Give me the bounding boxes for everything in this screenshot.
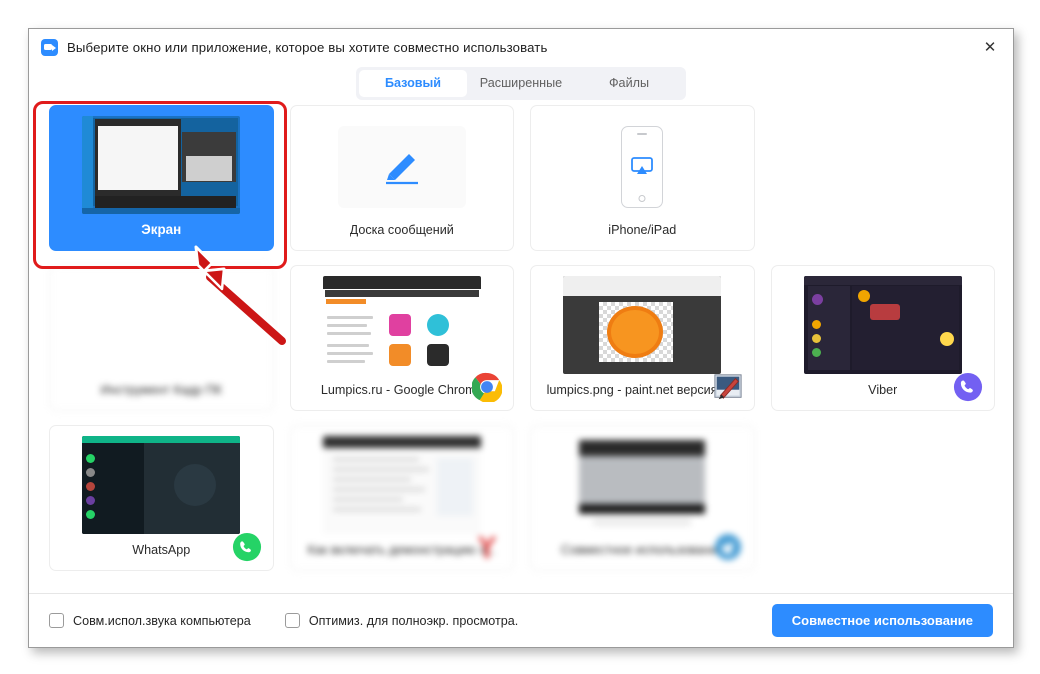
screenshot-root: Выберите окно или приложение, которое вы…: [0, 0, 1040, 674]
card-thumbnail: [82, 116, 240, 214]
chrome-icon: [472, 372, 502, 402]
telegram-icon: [713, 532, 743, 562]
paintnet-icon: [713, 372, 743, 402]
whatsapp-icon: [232, 532, 262, 562]
card-thumbnail: [82, 276, 240, 374]
pen-icon: [375, 140, 429, 194]
share-source-card[interactable]: lumpics.png - paint.net версия 4...: [530, 265, 755, 411]
thumbnail-chrome: [323, 276, 481, 374]
card-label: lumpics.png - paint.net версия 4...: [547, 383, 738, 397]
card-thumbnail: [563, 436, 721, 534]
card-label: Совместное использование: [561, 543, 724, 557]
card-label: Инструмент Кадр ПК: [100, 383, 222, 397]
share-source-grid: Экран Доска сообщений iPhone/iPad Инструмен…: [41, 97, 1003, 572]
tab-basic[interactable]: Базовый: [359, 70, 467, 97]
tab-group: Базовый Расширенные Файлы: [356, 67, 686, 100]
thumbnail-blank: [82, 276, 240, 374]
thumbnail-viber: [804, 276, 962, 374]
card-label: WhatsApp: [132, 543, 190, 557]
tab-bar: Базовый Расширенные Файлы: [29, 65, 1013, 100]
viber-icon: [953, 372, 983, 402]
zoom-logo-icon: [41, 39, 58, 56]
card-thumbnail: [323, 276, 481, 374]
share-source-card[interactable]: WhatsApp: [49, 425, 274, 571]
dialog-titlebar: Выберите окно или приложение, которое вы…: [29, 29, 1013, 65]
paintnet-icon: [713, 372, 743, 402]
checkbox-share-computer-audio[interactable]: Совм.испол.звука компьютера: [49, 613, 251, 628]
share-source-card[interactable]: Экран: [49, 105, 274, 251]
card-label: Экран: [141, 222, 181, 237]
card-label: iPhone/iPad: [608, 223, 676, 237]
tab-advanced[interactable]: Расширенные: [467, 70, 575, 97]
share-source-card-empty: [771, 425, 996, 571]
airplay-icon: [713, 212, 743, 242]
share-source-card[interactable]: Совместное использование: [530, 425, 755, 571]
thumbnail-paintnet: [563, 276, 721, 374]
card-label: Lumpics.ru - Google Chrome: [321, 383, 483, 397]
airplay-icon: [631, 157, 653, 177]
share-source-card[interactable]: Lumpics.ru - Google Chrome: [290, 265, 515, 411]
close-icon[interactable]: ✕: [975, 35, 1005, 59]
card-thumbnail: [82, 436, 240, 534]
dialog-title: Выберите окно или приложение, которое вы…: [67, 40, 547, 55]
viber-icon: [953, 372, 983, 402]
share-source-card[interactable]: Viber: [771, 265, 996, 411]
card-label: Доска сообщений: [350, 223, 454, 237]
chrome-icon: [472, 372, 502, 402]
whatsapp-icon: [232, 532, 262, 562]
card-label: Как включать демонстрацию э...: [308, 543, 496, 557]
share-screen-dialog: Выберите окно или приложение, которое вы…: [28, 28, 1014, 648]
card-thumbnail: [804, 276, 962, 374]
thumbnail-browser: [563, 436, 721, 534]
card-thumbnail: [563, 276, 721, 374]
yandex-icon: [472, 532, 502, 562]
yandex-icon: [472, 532, 502, 562]
card-thumbnail: [323, 436, 481, 534]
checkbox-share-computer-audio-label: Совм.испол.звука компьютера: [73, 614, 251, 628]
checkbox-box-icon: [49, 613, 64, 628]
thumbnail-whatsapp: [82, 436, 240, 534]
checkbox-box-icon: [285, 613, 300, 628]
tab-files[interactable]: Файлы: [575, 70, 683, 97]
share-source-card[interactable]: Инструмент Кадр ПК: [49, 265, 274, 411]
share-source-card[interactable]: Как включать демонстрацию э...: [290, 425, 515, 571]
pen-icon: [472, 212, 502, 242]
thumbnail-screen: [82, 116, 240, 214]
telegram-icon: [713, 532, 743, 562]
share-button[interactable]: Совместное использование: [772, 604, 993, 637]
whiteboard-tile: [338, 126, 466, 208]
dialog-footer: Совм.испол.звука компьютера Оптимиз. для…: [29, 593, 1013, 647]
share-source-card-empty: [771, 105, 996, 251]
share-source-card[interactable]: Доска сообщений: [290, 105, 515, 251]
share-source-card[interactable]: iPhone/iPad: [530, 105, 755, 251]
iphone-tile: [621, 126, 663, 208]
card-label: Viber: [868, 383, 897, 397]
checkbox-optimize-fullscreen[interactable]: Оптимиз. для полноэкр. просмотра.: [285, 613, 518, 628]
checkbox-optimize-fullscreen-label: Оптимиз. для полноэкр. просмотра.: [309, 614, 518, 628]
thumbnail-document: [323, 436, 481, 534]
